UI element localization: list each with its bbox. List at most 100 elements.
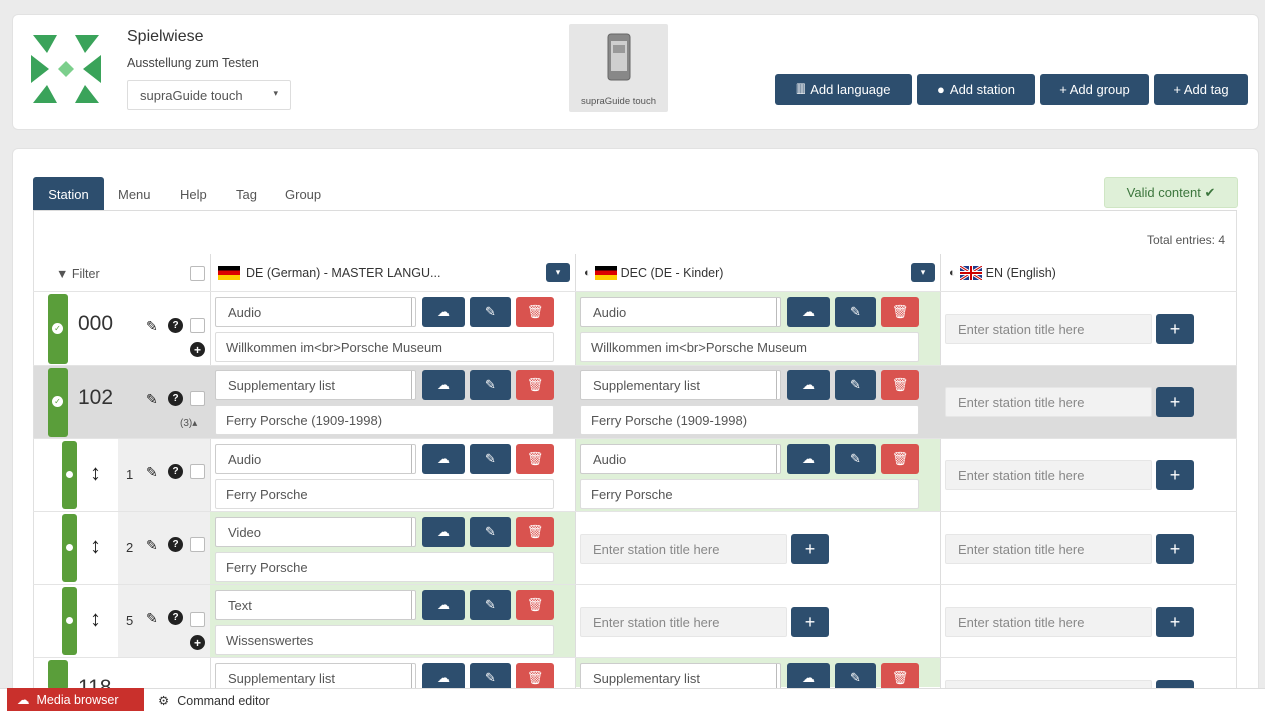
row-checkbox[interactable] [190, 391, 205, 406]
upload-cloud-icon[interactable]: ☁ [422, 590, 465, 620]
add-translation-button[interactable]: + [1156, 314, 1194, 344]
edit-content-button[interactable]: ✎ [470, 590, 511, 620]
help-icon[interactable]: ? [168, 391, 183, 406]
edit-content-button[interactable]: ✎ [835, 297, 876, 327]
help-icon[interactable]: ? [168, 464, 183, 479]
edit-content-button[interactable]: ✎ [470, 444, 511, 474]
drag-handle-icon[interactable]: ↕ [90, 460, 101, 486]
content-type-select[interactable]: Video [215, 517, 416, 547]
tab-menu[interactable]: Menu [118, 187, 151, 202]
delete-button[interactable]: 🗑 [881, 297, 919, 327]
station-title-input[interactable]: Enter station title here [580, 607, 787, 637]
drag-handle-icon[interactable]: ↕ [90, 533, 101, 559]
station-title-input[interactable]: Enter station title here [945, 534, 1152, 564]
plus-circle-icon[interactable]: + [190, 635, 205, 650]
add-translation-button[interactable]: + [1156, 387, 1194, 417]
station-title-input[interactable]: Willkommen im<br>Porsche Museum [580, 332, 919, 362]
add-group-button[interactable]: + Add group [1040, 74, 1149, 105]
delete-button[interactable]: 🗑 [516, 297, 554, 327]
toggle-icon[interactable]: ◐ [949, 267, 956, 279]
row-checkbox[interactable] [190, 612, 205, 627]
tab-tag[interactable]: Tag [236, 187, 257, 202]
content-type-select[interactable]: Audio [215, 444, 416, 474]
add-language-button[interactable]: 🀫 Add language [775, 74, 912, 105]
content-type-select[interactable]: Supplementary list [215, 370, 416, 400]
toggle-icon[interactable]: ◐ [584, 267, 591, 279]
device-select[interactable]: supraGuide touch ▾ [127, 80, 291, 110]
select-all-checkbox[interactable] [190, 266, 205, 281]
add-translation-button[interactable]: + [1156, 534, 1194, 564]
station-number: 102 [78, 386, 114, 409]
edit-icon[interactable]: ✎ [146, 391, 158, 408]
upload-cloud-icon[interactable]: ☁ [422, 370, 465, 400]
content-type-select[interactable]: Audio [215, 297, 416, 327]
station-title-input[interactable]: Enter station title here [945, 607, 1152, 637]
edit-icon[interactable]: ✎ [146, 537, 158, 554]
tab-group[interactable]: Group [285, 187, 321, 202]
exhibition-header-panel: Spielwiese Ausstellung zum Testen supraG… [12, 14, 1259, 130]
edit-content-button[interactable]: ✎ [470, 370, 511, 400]
check-circle-icon: ✓ [52, 396, 63, 407]
column-dec-dropdown[interactable]: ▾ [911, 263, 935, 282]
upload-cloud-icon[interactable]: ☁ [422, 517, 465, 547]
add-translation-button[interactable]: + [1156, 460, 1194, 490]
edit-content-button[interactable]: ✎ [835, 444, 876, 474]
station-title-input[interactable]: Wissenswertes [215, 625, 554, 655]
column-de-dropdown[interactable]: ▾ [546, 263, 570, 282]
station-title-input[interactable]: Willkommen im<br>Porsche Museum [215, 332, 554, 362]
edit-content-button[interactable]: ✎ [835, 370, 876, 400]
row-checkbox[interactable] [190, 537, 205, 552]
command-editor-button[interactable]: ⚙ Command editor [158, 693, 270, 709]
tab-help[interactable]: Help [180, 187, 207, 202]
upload-cloud-icon[interactable]: ☁ [422, 444, 465, 474]
station-title-input[interactable]: Enter station title here [945, 387, 1152, 417]
upload-cloud-icon[interactable]: ☁ [787, 444, 830, 474]
help-icon[interactable]: ? [168, 318, 183, 333]
content-type-select[interactable]: Supplementary list [580, 370, 781, 400]
upload-cloud-icon[interactable]: ☁ [787, 297, 830, 327]
edit-icon[interactable]: ✎ [146, 318, 158, 335]
delete-button[interactable]: 🗑 [881, 370, 919, 400]
edit-content-button[interactable]: ✎ [470, 297, 511, 327]
station-title-input[interactable]: Enter station title here [945, 314, 1152, 344]
station-title-input[interactable]: Ferry Porsche (1909-1998) [580, 405, 919, 435]
delete-button[interactable]: 🗑 [516, 370, 554, 400]
station-title-input[interactable]: Enter station title here [580, 534, 787, 564]
delete-button[interactable]: 🗑 [516, 590, 554, 620]
edit-icon[interactable]: ✎ [146, 610, 158, 627]
media-browser-button[interactable]: ☁ Media browser [7, 688, 144, 711]
delete-button[interactable]: 🗑 [881, 444, 919, 474]
upload-cloud-icon[interactable]: ☁ [787, 370, 830, 400]
add-translation-button[interactable]: + [791, 607, 829, 637]
station-title-input[interactable]: Enter station title here [945, 460, 1152, 490]
chevron-down-icon: ▾ [273, 88, 278, 98]
content-type-select[interactable]: Text [215, 590, 416, 620]
station-title-input[interactable]: Ferry Porsche [215, 552, 554, 582]
add-station-button[interactable]: ● Add station [917, 74, 1035, 105]
station-title-input[interactable]: Ferry Porsche [215, 479, 554, 509]
add-translation-button[interactable]: + [1156, 607, 1194, 637]
add-translation-button[interactable]: + [791, 534, 829, 564]
total-entries: Total entries: 4 [1146, 233, 1225, 247]
device-preview[interactable]: supraGuide touch [569, 24, 668, 112]
station-title-input[interactable]: Ferry Porsche (1909-1998) [215, 405, 554, 435]
tab-station[interactable]: Station [33, 177, 104, 211]
drag-handle-icon[interactable]: ↕ [90, 606, 101, 632]
edit-content-button[interactable]: ✎ [470, 517, 511, 547]
content-type-select[interactable]: Audio [580, 444, 781, 474]
upload-cloud-icon[interactable]: ☁ [422, 297, 465, 327]
content-type-select[interactable]: Audio [580, 297, 781, 327]
add-tag-button[interactable]: + Add tag [1154, 74, 1248, 105]
edit-icon[interactable]: ✎ [146, 464, 158, 481]
delete-button[interactable]: 🗑 [516, 517, 554, 547]
row-checkbox[interactable] [190, 464, 205, 479]
filter-toggle[interactable]: ▼ Filter [56, 267, 100, 281]
help-icon[interactable]: ? [168, 610, 183, 625]
child-count-toggle[interactable]: (3)▴ [180, 418, 197, 429]
delete-button[interactable]: 🗑 [516, 444, 554, 474]
check-circle-icon [66, 544, 73, 551]
row-checkbox[interactable] [190, 318, 205, 333]
help-icon[interactable]: ? [168, 537, 183, 552]
station-title-input[interactable]: Ferry Porsche [580, 479, 919, 509]
plus-circle-icon[interactable]: + [190, 342, 205, 357]
